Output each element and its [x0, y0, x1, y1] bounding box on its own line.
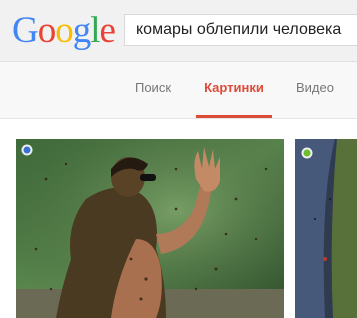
- tab-images[interactable]: Картинки: [196, 62, 272, 118]
- image-results: [0, 119, 357, 318]
- search-tabs: Поиск Картинки Видео: [0, 62, 357, 119]
- logo-letter: e: [99, 10, 116, 51]
- logo-letter: G: [12, 10, 39, 51]
- search-box[interactable]: комары облепили человека: [124, 14, 357, 46]
- logo-letter: l: [90, 10, 100, 51]
- result-image: [16, 139, 284, 318]
- logo-letter: o: [37, 10, 56, 51]
- tab-search[interactable]: Поиск: [130, 62, 176, 118]
- header: Google комары облепили человека: [0, 0, 357, 62]
- image-result[interactable]: [16, 139, 284, 318]
- image-result[interactable]: [295, 139, 357, 318]
- logo-letter: o: [55, 10, 73, 51]
- google-logo[interactable]: Google: [12, 10, 116, 51]
- tab-video[interactable]: Видео: [292, 62, 338, 118]
- result-image: [295, 139, 357, 318]
- logo-letter: g: [72, 10, 91, 51]
- search-input[interactable]: комары облепили человека: [125, 15, 357, 45]
